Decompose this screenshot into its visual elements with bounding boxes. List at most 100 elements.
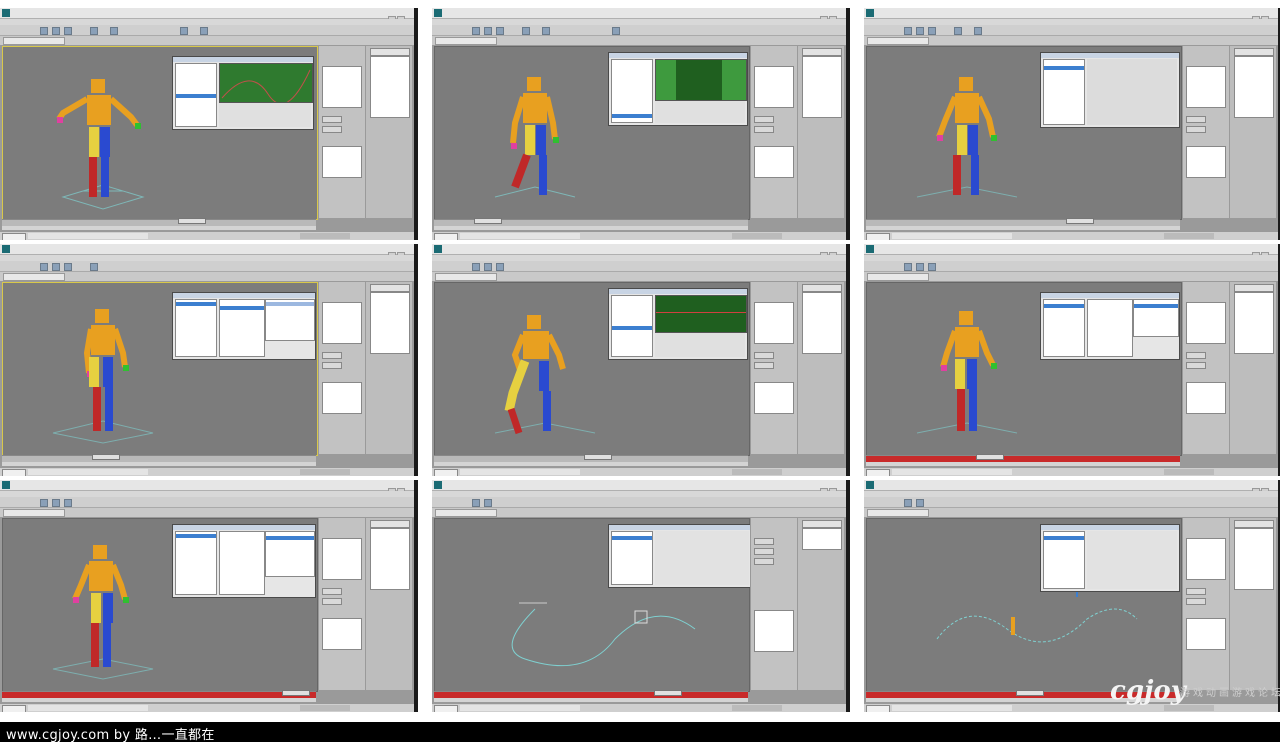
command-panel[interactable]	[318, 46, 365, 218]
window-controls[interactable]	[387, 245, 411, 279]
curve-editor-dialog[interactable]	[172, 56, 314, 130]
playback-controls[interactable]	[300, 233, 350, 239]
track-bar[interactable]	[2, 698, 316, 702]
title-bar	[0, 8, 414, 43]
window-controls[interactable]	[819, 481, 843, 515]
playback-controls[interactable]	[732, 705, 782, 711]
panel-4	[0, 244, 418, 476]
main-toolbar[interactable]	[432, 497, 846, 508]
window-controls[interactable]	[819, 245, 843, 279]
scene-list[interactable]	[1230, 46, 1276, 218]
playback-controls[interactable]	[1164, 233, 1214, 239]
scene-list[interactable]	[366, 46, 412, 218]
main-toolbar[interactable]	[864, 261, 1278, 272]
ribbon[interactable]	[0, 508, 414, 517]
track-bar[interactable]	[434, 462, 748, 466]
main-toolbar[interactable]	[432, 261, 846, 272]
time-slider[interactable]	[434, 218, 748, 226]
window-controls[interactable]	[1251, 481, 1275, 515]
time-slider[interactable]	[2, 690, 316, 698]
title-bar	[864, 480, 1278, 515]
status-bar	[432, 231, 846, 240]
main-toolbar[interactable]	[432, 25, 846, 36]
command-panel[interactable]	[750, 46, 797, 218]
crowd-dialog[interactable]	[608, 524, 752, 588]
main-toolbar[interactable]	[864, 25, 1278, 36]
track-bar[interactable]	[866, 226, 1180, 230]
scene-list[interactable]	[798, 518, 844, 690]
command-panel[interactable]	[1182, 518, 1229, 690]
ribbon[interactable]	[864, 508, 1278, 517]
scene-list[interactable]	[798, 46, 844, 218]
title-bar	[0, 244, 414, 279]
crowd-dialog[interactable]	[1040, 524, 1180, 592]
time-slider[interactable]	[2, 454, 316, 462]
max-window	[864, 8, 1280, 240]
window-controls[interactable]	[1251, 9, 1275, 43]
app-logo-icon[interactable]	[434, 9, 442, 17]
ribbon[interactable]	[0, 272, 414, 281]
playback-controls[interactable]	[300, 705, 350, 711]
time-slider[interactable]	[2, 218, 316, 226]
main-toolbar[interactable]	[864, 497, 1278, 508]
watermark-logo: cgjoy	[1110, 676, 1186, 706]
track-bar[interactable]	[2, 226, 316, 230]
scene-list[interactable]	[1230, 282, 1276, 454]
track-bar[interactable]	[434, 226, 748, 230]
playback-controls[interactable]	[732, 469, 782, 475]
preset-dialog[interactable]	[1040, 292, 1180, 360]
main-toolbar[interactable]	[0, 25, 414, 36]
time-slider[interactable]	[866, 218, 1180, 226]
properties-dialog[interactable]	[1040, 52, 1180, 128]
ribbon[interactable]	[0, 36, 414, 45]
panel-8	[432, 480, 850, 712]
command-panel[interactable]	[1182, 282, 1229, 454]
window-controls[interactable]	[387, 9, 411, 43]
scene-list[interactable]	[798, 282, 844, 454]
ribbon[interactable]	[432, 272, 846, 281]
window-controls[interactable]	[819, 9, 843, 43]
window-controls[interactable]	[387, 481, 411, 515]
playback-controls[interactable]	[1164, 469, 1214, 475]
command-panel[interactable]	[750, 518, 797, 690]
curve-editor-dialog[interactable]	[608, 288, 748, 360]
track-bar[interactable]	[866, 462, 1180, 466]
app-logo-icon[interactable]	[434, 245, 442, 253]
preset-dialog[interactable]	[172, 524, 316, 598]
panel-5	[432, 244, 850, 476]
scene-list[interactable]	[1230, 518, 1276, 690]
panel-6	[864, 244, 1280, 476]
command-panel[interactable]	[750, 282, 797, 454]
ribbon[interactable]	[432, 36, 846, 45]
app-logo-icon[interactable]	[2, 245, 10, 253]
title-bar	[864, 244, 1278, 279]
ribbon[interactable]	[864, 36, 1278, 45]
app-logo-icon[interactable]	[866, 9, 874, 17]
scene-list[interactable]	[366, 282, 412, 454]
app-logo-icon[interactable]	[2, 481, 10, 489]
preset-dialog[interactable]	[172, 292, 316, 360]
ribbon[interactable]	[432, 508, 846, 517]
track-bar[interactable]	[2, 462, 316, 466]
scene-list[interactable]	[366, 518, 412, 690]
ribbon[interactable]	[864, 272, 1278, 281]
command-panel[interactable]	[318, 518, 365, 690]
main-toolbar[interactable]	[0, 261, 414, 272]
track-bar[interactable]	[434, 698, 748, 702]
app-logo-icon[interactable]	[434, 481, 442, 489]
time-slider[interactable]	[866, 454, 1180, 462]
caption-text[interactable]: www.cgjoy.com by 路…一直都在	[6, 724, 215, 743]
time-slider[interactable]	[434, 454, 748, 462]
window-controls[interactable]	[1251, 245, 1275, 279]
main-toolbar[interactable]	[0, 497, 414, 508]
status-bar	[432, 703, 846, 712]
playback-controls[interactable]	[732, 233, 782, 239]
playback-controls[interactable]	[300, 469, 350, 475]
app-logo-icon[interactable]	[866, 245, 874, 253]
app-logo-icon[interactable]	[866, 481, 874, 489]
time-slider[interactable]	[434, 690, 748, 698]
curve-editor-dialog[interactable]	[608, 52, 748, 126]
app-logo-icon[interactable]	[2, 9, 10, 17]
command-panel[interactable]	[318, 282, 365, 454]
command-panel[interactable]	[1182, 46, 1229, 218]
